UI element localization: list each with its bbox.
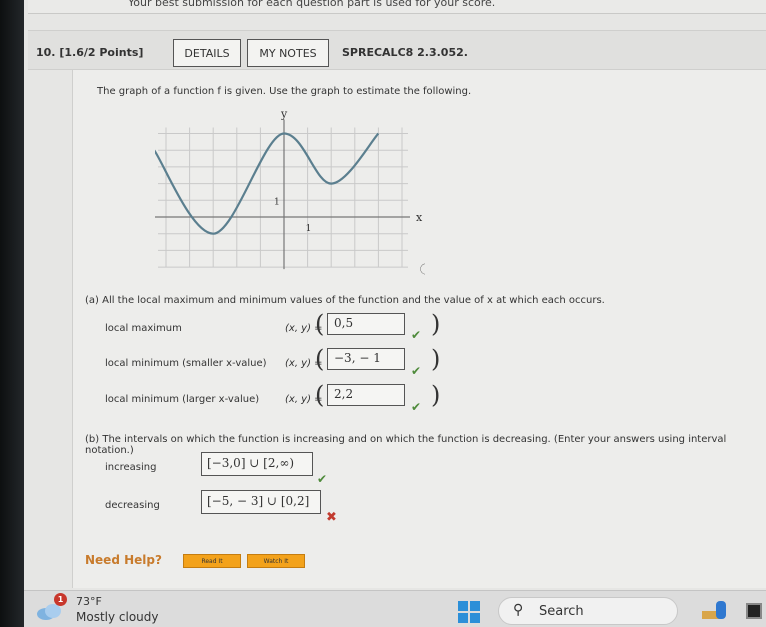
question-number-points: 10. [1.6/2 Points] [36, 46, 144, 59]
x-tick-label: 1 [306, 224, 312, 234]
question-header: 10. [1.6/2 Points] DETAILS MY NOTES SPRE… [28, 30, 766, 70]
open-paren: ( [315, 310, 325, 338]
row-label: local minimum (smaller x-value) [105, 358, 267, 369]
incorrect-x-icon: ✖ [326, 510, 337, 525]
widgets-app-icon[interactable] [700, 599, 728, 621]
local-max-input[interactable]: 0,5 [327, 313, 405, 335]
close-paren: ) [431, 345, 441, 373]
question-reference: SPRECALC8 2.3.052. [342, 46, 468, 59]
task-view-icon[interactable] [746, 603, 762, 619]
browser-page: Your best submission for each question p… [24, 0, 766, 590]
y-tick-label: 1 [274, 197, 280, 207]
row-label: local minimum (larger x-value) [105, 394, 260, 405]
windows-start-icon[interactable] [458, 601, 480, 623]
info-icon: ⓘ [420, 263, 425, 276]
correct-check-icon: ✔ [411, 364, 422, 378]
row-label: local maximum [105, 323, 182, 334]
monitor-bezel [0, 0, 24, 627]
increasing-label: increasing [105, 462, 157, 473]
decreasing-input[interactable]: [−5, − 3] ∪ [0,2] [201, 490, 321, 514]
score-note: Your best submission for each question p… [128, 0, 496, 9]
question-body: The graph of a function f is given. Use … [72, 70, 766, 588]
open-paren: ( [315, 345, 325, 373]
watch-it-button[interactable]: Watch It [247, 554, 305, 568]
correct-check-icon: ✔ [317, 472, 328, 486]
question-prompt: The graph of a function f is given. Use … [97, 86, 472, 97]
part-b-title: (b) The intervals on which the function … [85, 434, 727, 456]
score-note-bar: Your best submission for each question p… [28, 0, 766, 14]
local-min-smaller-input[interactable]: −3, − 1 [327, 348, 405, 370]
details-button[interactable]: DETAILS [173, 39, 241, 67]
close-paren: ) [431, 381, 441, 409]
read-it-button[interactable]: Read It [183, 554, 241, 568]
local-min-larger-input[interactable]: 2,2 [327, 384, 405, 406]
decreasing-label: decreasing [105, 500, 160, 511]
my-notes-button[interactable]: MY NOTES [247, 39, 329, 67]
y-axis-label: y [280, 110, 288, 121]
close-paren: ) [431, 310, 441, 338]
open-paren: ( [315, 381, 325, 409]
function-graph: x y 1 1 ⓘ [155, 110, 425, 276]
part-a-title: (a) All the local maximum and minimum va… [85, 295, 605, 306]
x-axis-label: x [416, 211, 423, 224]
correct-check-icon: ✔ [411, 328, 422, 342]
notification-badge: 1 [54, 593, 67, 606]
search-label: Search [539, 604, 584, 619]
temperature: 73°F [76, 595, 102, 608]
search-icon: ⚲ [513, 602, 524, 618]
need-help-label: Need Help? [85, 553, 162, 567]
taskbar: 1 73°F Mostly cloudy ⚲ Search [24, 590, 766, 627]
taskbar-search[interactable]: ⚲ Search [498, 597, 678, 625]
increasing-input[interactable]: [−3,0] ∪ [2,∞) [201, 452, 313, 476]
weather-description: Mostly cloudy [76, 610, 159, 624]
correct-check-icon: ✔ [411, 400, 422, 414]
